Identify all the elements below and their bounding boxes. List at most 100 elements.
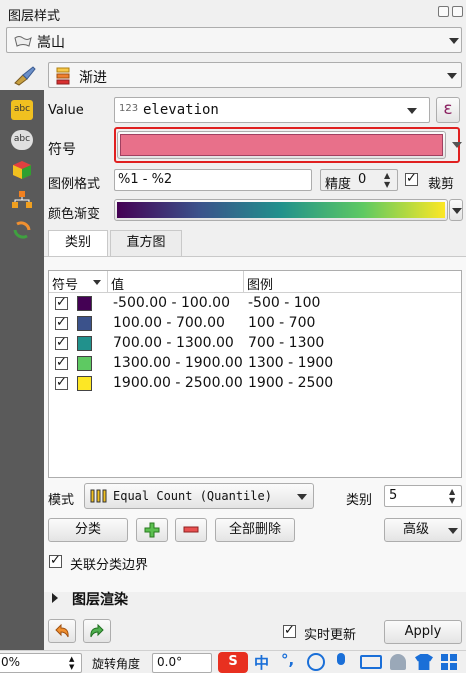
float-icon[interactable] — [438, 6, 449, 17]
paint-brush-icon — [14, 66, 36, 86]
rotation-value: 0.0° — [157, 655, 183, 669]
delete-all-button[interactable]: 全部删除 — [215, 518, 295, 542]
masks-icon[interactable]: abc — [11, 130, 33, 150]
column-divider — [107, 271, 108, 293]
ime-mode-indicator[interactable]: 中 — [254, 652, 269, 673]
color-ramp-button[interactable] — [114, 199, 448, 221]
magnifier-spinbox[interactable]: 0% ▲ ▼ — [0, 653, 82, 673]
table-row[interactable]: 100.00 - 700.00 100 - 700 — [49, 314, 459, 334]
tab-histogram[interactable]: 直方图 — [110, 230, 182, 256]
symbol-button[interactable] — [117, 131, 446, 159]
row-value[interactable]: 1300.00 - 1900.00 — [113, 355, 243, 371]
row-color-swatch[interactable] — [77, 336, 92, 351]
mode-select[interactable]: Equal Count (Quantile) — [84, 483, 314, 509]
trim-checkbox[interactable] — [405, 171, 418, 186]
link-boundaries-checkbox[interactable] — [49, 553, 62, 568]
keyboard-icon[interactable] — [360, 655, 382, 669]
row-value[interactable]: 100.00 - 700.00 — [113, 315, 225, 331]
table-row[interactable]: 1900.00 - 2500.00 1900 - 2500 — [49, 374, 459, 394]
row-checkbox[interactable] — [55, 375, 68, 390]
user-icon[interactable] — [390, 654, 406, 670]
layer-select[interactable]: 嵩山 — [6, 27, 462, 53]
precision-spinbox[interactable]: 0 ▲ ▼ — [320, 169, 398, 191]
close-icon[interactable] — [452, 6, 463, 17]
row-checkbox[interactable] — [55, 295, 68, 310]
chevron-down-icon — [297, 494, 307, 500]
undo-button[interactable] — [48, 619, 76, 643]
minus-icon — [183, 526, 199, 533]
chevron-down-icon — [452, 208, 462, 214]
table-row[interactable]: 700.00 - 1300.00 700 - 1300 — [49, 334, 459, 354]
chevron-down-icon — [447, 73, 457, 79]
emoji-icon[interactable] — [307, 653, 325, 671]
spin-arrows-icon[interactable]: ▲ ▼ — [69, 655, 74, 671]
rotation-label: 旋转角度 — [92, 657, 141, 671]
header-legend[interactable]: 图例 — [247, 274, 273, 293]
row-color-swatch[interactable] — [77, 296, 92, 311]
apply-button[interactable]: Apply — [384, 620, 462, 644]
color-ramp-menu-button[interactable] — [449, 199, 463, 221]
legend-format-label: 图例格式 — [48, 177, 101, 192]
toolbox-icon[interactable] — [441, 654, 457, 670]
add-class-button[interactable] — [136, 518, 168, 542]
precision-value: 0 — [358, 172, 367, 187]
live-update-label: 实时更新 — [304, 628, 357, 643]
row-checkbox[interactable] — [55, 335, 68, 350]
skin-icon[interactable] — [415, 654, 433, 670]
advanced-button[interactable]: 高级 — [384, 518, 462, 542]
row-legend[interactable]: -500 - 100 — [248, 295, 320, 311]
layer-rendering-header[interactable]: 图层渲染 — [72, 589, 128, 609]
row-color-swatch[interactable] — [77, 356, 92, 371]
row-value[interactable]: 1900.00 - 2500.00 — [113, 375, 243, 391]
trim-label: 裁剪 — [428, 177, 455, 192]
redo-button[interactable] — [83, 619, 111, 643]
row-color-swatch[interactable] — [77, 316, 92, 331]
header-value[interactable]: 值 — [111, 274, 124, 293]
symbol-color-swatch — [120, 134, 443, 156]
chevron-right-icon[interactable] — [52, 593, 58, 603]
spin-arrows-icon[interactable]: ▲ ▼ — [384, 171, 390, 189]
color-ramp-preview — [117, 202, 445, 218]
punctuation-icon[interactable]: °, — [281, 651, 294, 669]
classes-spinbox[interactable]: 5 ▲ ▼ — [384, 485, 462, 507]
microphone-icon[interactable] — [337, 653, 345, 665]
row-value[interactable]: 700.00 - 1300.00 — [113, 335, 234, 351]
classify-button[interactable]: 分类 — [48, 518, 128, 542]
chevron-down-icon — [449, 38, 459, 44]
row-checkbox[interactable] — [55, 355, 68, 370]
color-ramp-label: 颜色渐变 — [48, 207, 101, 222]
3d-view-icon[interactable] — [11, 160, 33, 180]
redo-icon — [90, 624, 104, 638]
renderer-select[interactable]: 渐进 — [48, 62, 462, 88]
live-update-checkbox[interactable] — [283, 623, 296, 638]
chevron-down-icon[interactable] — [452, 142, 462, 148]
diagrams-icon[interactable] — [11, 190, 33, 210]
spin-arrows-icon[interactable]: ▲ ▼ — [449, 487, 455, 505]
chevron-down-icon — [448, 528, 458, 534]
table-row[interactable]: 1300.00 - 1900.00 1300 - 1900 — [49, 354, 459, 374]
symbol-label: 符号 — [48, 142, 76, 158]
rotation-input[interactable]: 0.0° — [152, 653, 212, 673]
tab-classes[interactable]: 类别 — [48, 230, 108, 256]
equal-count-icon — [90, 489, 107, 503]
sogou-ime-icon[interactable]: S — [218, 652, 248, 673]
row-legend[interactable]: 700 - 1300 — [248, 335, 324, 351]
legend-format-input[interactable]: %1 - %2 — [114, 169, 312, 191]
row-color-swatch[interactable] — [77, 376, 92, 391]
panel-title-bar: 图层样式 — [0, 0, 466, 26]
remove-class-button[interactable] — [175, 518, 207, 542]
row-legend[interactable]: 1300 - 1900 — [248, 355, 333, 371]
value-field-select[interactable]: 123 elevation — [114, 97, 430, 123]
row-value[interactable]: -500.00 - 100.00 — [113, 295, 230, 311]
row-checkbox[interactable] — [55, 315, 68, 330]
header-symbol[interactable]: 符号 — [52, 274, 78, 293]
row-legend[interactable]: 100 - 700 — [248, 315, 315, 331]
zoom-value: 0% — [1, 655, 21, 669]
history-icon[interactable] — [11, 220, 33, 240]
classes-table[interactable]: 符号 值 图例 -500.00 - 100.00 -500 - 100 100.… — [48, 270, 462, 478]
renderer-name: 渐进 — [79, 70, 107, 86]
expression-button[interactable]: ε — [436, 97, 460, 123]
row-legend[interactable]: 1900 - 2500 — [248, 375, 333, 391]
labels-icon[interactable]: abc — [11, 100, 33, 120]
table-row[interactable]: -500.00 - 100.00 -500 - 100 — [49, 294, 459, 314]
